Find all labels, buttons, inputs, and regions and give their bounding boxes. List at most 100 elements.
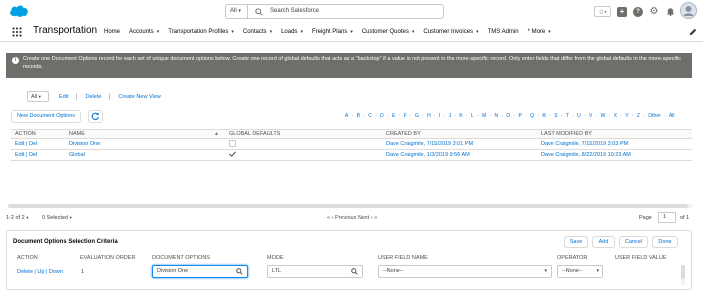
checkmark-icon — [229, 151, 236, 159]
page-number-input[interactable]: 1 — [658, 212, 676, 223]
alpha-filter-a[interactable]: A — [345, 113, 348, 119]
alpha-filter-k[interactable]: K — [459, 113, 462, 119]
new-document-options-button[interactable]: New Document Options — [11, 110, 81, 123]
alpha-filter-g[interactable]: G — [415, 113, 419, 119]
sort-asc-icon: ▲ — [214, 131, 219, 137]
alpha-filter-p[interactable]: P — [519, 113, 522, 119]
alpha-filter-t[interactable]: T — [566, 113, 569, 119]
alpha-filter-c[interactable]: C — [368, 113, 372, 119]
alpha-filter-y[interactable]: Y — [625, 113, 628, 119]
nav-item-loads[interactable]: Loads ▾ — [281, 29, 303, 35]
help-icon[interactable]: ? — [633, 6, 643, 17]
search-scope-select[interactable]: All ▾ — [226, 5, 248, 18]
nav-item-more[interactable]: * More ▾ — [528, 29, 551, 35]
search-input[interactable]: Search Salesforce — [270, 5, 319, 18]
page-navigation[interactable]: « ‹ Previous Next › » — [327, 215, 377, 221]
alpha-filter-q[interactable]: Q — [530, 113, 534, 119]
alpha-separator: · — [387, 113, 389, 119]
alpha-filter-r[interactable]: R — [542, 113, 546, 119]
alpha-filter-l[interactable]: L — [471, 113, 474, 119]
alpha-filter-o[interactable]: O — [506, 113, 510, 119]
document-options-table: Action Name ▲ Global Defaults Created By … — [11, 129, 692, 161]
chevron-down-icon[interactable]: ▾ — [157, 29, 160, 35]
chevron-down-icon[interactable]: ▾ — [270, 29, 273, 35]
alpha-filter-u[interactable]: U — [577, 113, 581, 119]
nav-item-transportation-profiles[interactable]: Transportation Profiles ▾ — [168, 29, 234, 35]
nav-item-home[interactable]: Home — [104, 29, 120, 35]
alpha-filter-h[interactable]: H — [427, 113, 431, 119]
row-created-by[interactable]: Dave Craigmile, 1/3/2019 9:56 AM — [382, 152, 538, 158]
edit-view-link[interactable]: Edit — [59, 94, 68, 100]
nav-item-label: Accounts — [129, 29, 154, 35]
alpha-filter-n[interactable]: N — [495, 113, 499, 119]
alpha-filter-v[interactable]: V — [589, 113, 592, 119]
search-icon[interactable] — [351, 268, 358, 275]
vertical-scrollbar[interactable] — [681, 265, 685, 285]
salesforce-logo[interactable] — [8, 3, 30, 18]
mode-lookup[interactable]: LTL — [267, 265, 363, 278]
chevron-down-icon[interactable]: ▾ — [350, 29, 353, 35]
horizontal-scrollbar[interactable] — [8, 204, 692, 208]
edit-nav-pencil-icon[interactable] — [689, 28, 697, 36]
notification-bell-icon[interactable] — [665, 7, 675, 17]
avatar[interactable] — [680, 2, 697, 19]
delete-view-link[interactable]: Delete — [85, 94, 101, 100]
row-last-modified-by[interactable]: Dave Craigmile, 7/15/2019 3:03 PM — [538, 141, 692, 147]
row-name[interactable]: Global — [55, 152, 225, 158]
alpha-filter-w[interactable]: W — [601, 113, 606, 119]
record-count-select[interactable]: 1-2 of 2 ▾ — [6, 215, 28, 221]
global-search[interactable]: All ▾ Search Salesforce — [225, 4, 444, 19]
criteria-row: Delete | Up | Down 1 Division One LTL --… — [7, 265, 691, 282]
criteria-row-actions[interactable]: Delete | Up | Down — [17, 269, 63, 275]
chevron-down-icon[interactable]: ▾ — [548, 29, 551, 35]
alpha-separator: · — [409, 113, 412, 119]
scrollbar-thumb[interactable] — [8, 204, 688, 208]
view-select[interactable]: All ▾ — [27, 91, 49, 102]
app-launcher-icon[interactable] — [12, 27, 22, 37]
alpha-filter-e[interactable]: E — [392, 113, 395, 119]
row-name[interactable]: Division One — [55, 141, 225, 147]
chevron-down-icon[interactable]: ▾ — [476, 29, 479, 35]
operator-select[interactable]: --None-- ▾ — [557, 265, 603, 278]
row-actions[interactable]: Edit | Del — [11, 141, 55, 147]
add-icon[interactable]: + — [617, 6, 627, 17]
save-button[interactable]: Save — [564, 236, 588, 248]
refresh-button[interactable] — [88, 110, 103, 123]
row-created-by[interactable]: Dave Craigmile, 7/15/2019 3:01 PM — [382, 141, 538, 147]
alpha-filter-j[interactable]: J — [449, 113, 452, 119]
nav-item-tms-admin[interactable]: TMS Admin — [488, 29, 519, 35]
nav-item-customer-invoices[interactable]: Customer Invoices ▾ — [423, 29, 478, 35]
alpha-filter-all[interactable]: All — [669, 113, 675, 119]
alpha-filter-d[interactable]: D — [380, 113, 384, 119]
chevron-down-icon[interactable]: ▾ — [231, 29, 234, 35]
add-button[interactable]: Add — [592, 236, 615, 248]
chevron-down-icon[interactable]: ▾ — [300, 29, 303, 35]
nav-item-contacts[interactable]: Contacts ▾ — [243, 29, 272, 35]
alpha-filter-other[interactable]: Other — [648, 113, 661, 119]
document-options-lookup[interactable]: Division One — [152, 265, 248, 278]
favorite-star-icon[interactable]: ☆ ▾ — [594, 6, 611, 17]
setup-gear-icon[interactable]: ⚙ — [649, 6, 659, 17]
scrollbar-thumb[interactable] — [681, 265, 685, 279]
nav-item-freight-plans[interactable]: Freight Plans ▾ — [312, 29, 353, 35]
selected-count-select[interactable]: 0 Selected ▾ — [42, 215, 72, 221]
nav-item-customer-quotes[interactable]: Customer Quotes ▾ — [362, 29, 415, 35]
alpha-filter-i[interactable]: I — [439, 113, 440, 119]
user-field-name-select[interactable]: --None-- ▾ — [378, 265, 552, 278]
chevron-down-icon[interactable]: ▾ — [412, 29, 415, 35]
col-last-modified-by: Last Modified By — [541, 131, 592, 137]
nav-item-accounts[interactable]: Accounts ▾ — [129, 29, 159, 35]
create-new-view-link[interactable]: Create New View — [118, 94, 160, 100]
alpha-filter-f[interactable]: F — [404, 113, 407, 119]
cancel-button[interactable]: Cancel — [619, 236, 648, 248]
search-icon[interactable] — [236, 268, 243, 275]
done-button[interactable]: Done — [652, 236, 678, 248]
row-actions[interactable]: Edit | Del — [11, 152, 55, 158]
alpha-filter-z[interactable]: Z — [637, 113, 640, 119]
alpha-filter-s[interactable]: S — [554, 113, 557, 119]
alpha-filter-x[interactable]: X — [614, 113, 617, 119]
col-name[interactable]: Name ▲ — [55, 130, 225, 138]
row-last-modified-by[interactable]: Dave Craigmile, 8/22/2019 10:23 AM — [538, 152, 692, 158]
alpha-filter-m[interactable]: M — [482, 113, 486, 119]
alpha-filter-b[interactable]: B — [357, 113, 360, 119]
